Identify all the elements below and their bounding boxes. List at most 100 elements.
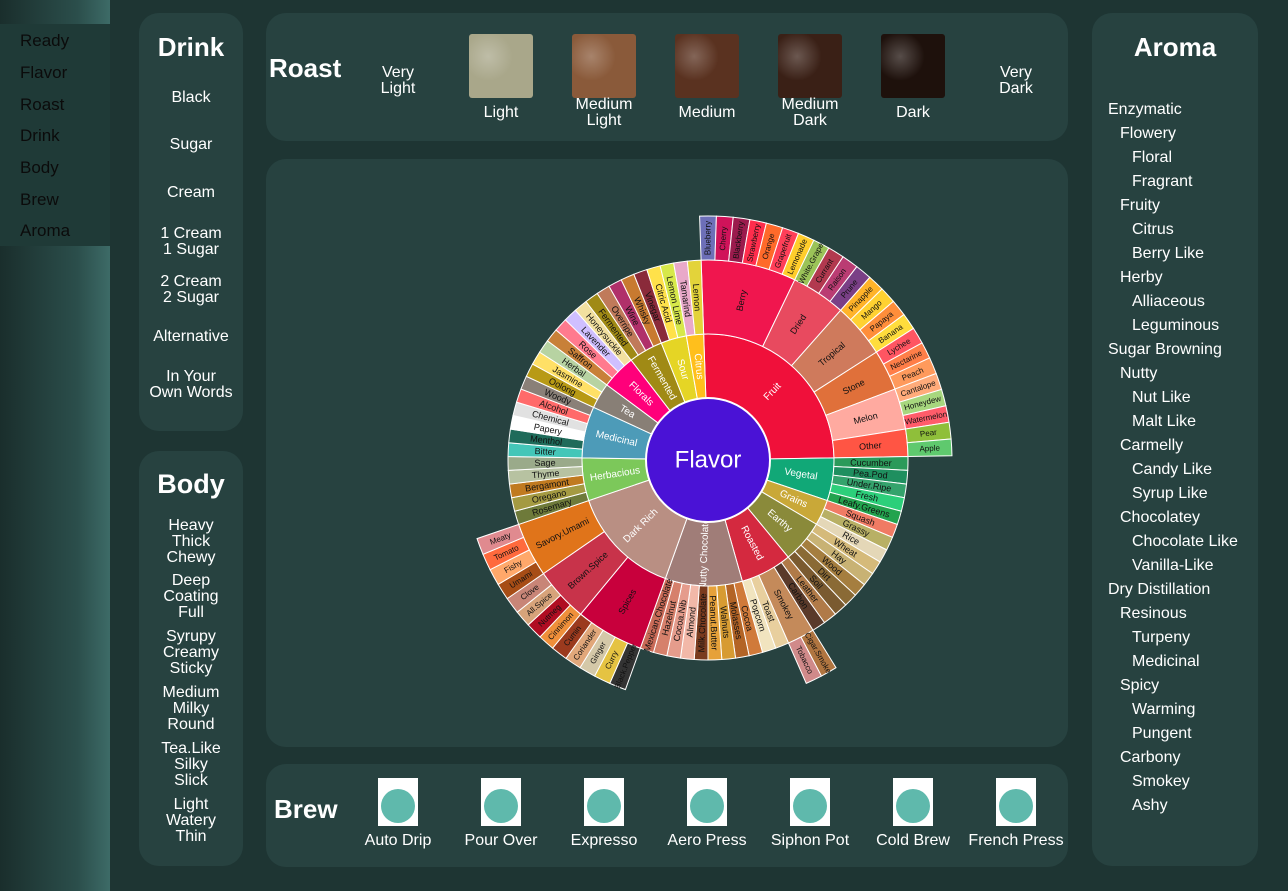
- brew-option-label[interactable]: Aero Press: [647, 832, 767, 850]
- brew-option-label[interactable]: Siphon Pot: [750, 832, 870, 850]
- brew-circle-icon: [381, 789, 415, 823]
- aroma-item[interactable]: Fragrant: [1132, 173, 1192, 191]
- nav-item-flavor[interactable]: Flavor: [20, 63, 67, 83]
- aroma-item[interactable]: Medicinal: [1132, 653, 1200, 671]
- roast-title: Roast: [269, 53, 342, 83]
- drink-option[interactable]: 1 Cream 1 Sugar: [139, 226, 243, 258]
- body-option[interactable]: Tea.Like Silky Slick: [139, 741, 243, 789]
- brew-method-icon[interactable]: [584, 778, 624, 826]
- nav-item-ready[interactable]: Ready: [20, 31, 69, 51]
- aroma-item[interactable]: Enzymatic: [1108, 101, 1182, 119]
- flavor-panel: Fruit Berry Blueberry Cherry Blackberry Straw…: [266, 159, 1068, 747]
- drink-option[interactable]: Cream: [139, 185, 243, 201]
- roast-option-label[interactable]: Medium Light: [554, 97, 654, 129]
- roast-option-label[interactable]: Medium Dark: [760, 97, 860, 129]
- aroma-item[interactable]: Alliaceous: [1132, 293, 1205, 311]
- body-option[interactable]: Medium Milky Round: [139, 685, 243, 733]
- brew-method-icon[interactable]: [996, 778, 1036, 826]
- body-option[interactable]: Syrupy Creamy Sticky: [139, 629, 243, 677]
- roast-bean-image[interactable]: [881, 34, 945, 98]
- brew-option-label[interactable]: Pour Over: [441, 832, 561, 850]
- brew-option-label[interactable]: Auto Drip: [338, 832, 458, 850]
- brew-title: Brew: [274, 794, 338, 824]
- aroma-item[interactable]: Citrus: [1132, 221, 1174, 239]
- drink-option[interactable]: In Your Own Words: [139, 369, 243, 401]
- aroma-panel: Aroma Enzymatic Flowery Floral Fragrant Frui…: [1092, 13, 1258, 866]
- aroma-item[interactable]: Vanilla-Like: [1132, 557, 1214, 575]
- wheel-label: Sage: [534, 458, 555, 468]
- body-option[interactable]: Heavy Thick Chewy: [139, 518, 243, 566]
- wheel-label: Bitter: [534, 446, 556, 457]
- roast-bean-image[interactable]: [572, 34, 636, 98]
- brew-option-label[interactable]: Cold Brew: [853, 832, 973, 850]
- nav-item-brew[interactable]: Brew: [20, 190, 59, 210]
- wheel-label: Cucumber: [850, 457, 892, 468]
- brew-option-label[interactable]: French Press: [956, 832, 1076, 850]
- roast-bean-image[interactable]: [675, 34, 739, 98]
- roast-option-label[interactable]: Very Dark: [966, 65, 1066, 97]
- aroma-item[interactable]: Flowery: [1120, 125, 1176, 143]
- brew-circle-icon: [484, 789, 518, 823]
- wheel-center[interactable]: Flavor: [645, 397, 771, 523]
- brew-circle-icon: [999, 789, 1033, 823]
- aroma-item[interactable]: Dry Distillation: [1108, 581, 1210, 599]
- roast-option-label[interactable]: Very Light: [348, 65, 448, 97]
- brew-method-icon[interactable]: [378, 778, 418, 826]
- aroma-item[interactable]: Chocolatey: [1120, 509, 1200, 527]
- side-nav: Ready Flavor Roast Drink Body Brew Aroma: [0, 0, 110, 891]
- body-option[interactable]: Deep Coating Full: [139, 573, 243, 621]
- wheel-label: Blueberry: [704, 221, 713, 255]
- roast-option-label[interactable]: Medium: [657, 105, 757, 121]
- aroma-item[interactable]: Malt Like: [1132, 413, 1196, 431]
- drink-option[interactable]: 2 Cream 2 Sugar: [139, 274, 243, 306]
- brew-method-icon[interactable]: [790, 778, 830, 826]
- nav-item-roast[interactable]: Roast: [20, 95, 64, 115]
- body-option[interactable]: Light Watery Thin: [139, 797, 243, 845]
- flavor-wheel[interactable]: FruitBerryBlueberry Cherry Blackberry Straw…: [266, 159, 1068, 747]
- brew-option-label[interactable]: Expresso: [544, 832, 664, 850]
- drink-option[interactable]: Black: [139, 90, 243, 106]
- brew-method-icon[interactable]: [893, 778, 933, 826]
- roast-bean-image[interactable]: [778, 34, 842, 98]
- roast-option-label[interactable]: Dark: [863, 105, 963, 121]
- aroma-item[interactable]: Candy Like: [1132, 461, 1212, 479]
- aroma-item[interactable]: Sugar Browning: [1108, 341, 1222, 359]
- wheel-segment-blueberry[interactable]: Blueberry: [699, 215, 717, 261]
- nav-item-drink[interactable]: Drink: [20, 126, 60, 146]
- aroma-item[interactable]: Pungent: [1132, 725, 1192, 743]
- aroma-item[interactable]: Spicy: [1120, 677, 1159, 695]
- wheel-label: Lemon: [691, 283, 703, 311]
- roast-bean-image[interactable]: [469, 34, 533, 98]
- aroma-item[interactable]: Fruity: [1120, 197, 1160, 215]
- aroma-item[interactable]: Leguminous: [1132, 317, 1219, 335]
- roast-panel: Roast Very Light Light Medium Light Medium Med…: [266, 13, 1068, 141]
- aroma-item[interactable]: Chocolate Like: [1132, 533, 1238, 551]
- aroma-item[interactable]: Carmelly: [1120, 437, 1183, 455]
- aroma-item[interactable]: Carbony: [1120, 749, 1180, 767]
- aroma-title: Aroma: [1133, 32, 1217, 62]
- nav-item-aroma[interactable]: Aroma: [20, 221, 70, 241]
- aroma-item[interactable]: Floral: [1132, 149, 1172, 167]
- aroma-item[interactable]: Nutty: [1120, 365, 1157, 383]
- body-panel: Body Heavy Thick Chewy Deep Coating Full Syrup…: [139, 451, 243, 866]
- roast-option-label[interactable]: Light: [451, 105, 551, 121]
- aroma-item[interactable]: Resinous: [1120, 605, 1187, 623]
- aroma-item[interactable]: Berry Like: [1132, 245, 1204, 263]
- aroma-item[interactable]: Turpeny: [1132, 629, 1190, 647]
- aroma-item[interactable]: Smokey: [1132, 773, 1190, 791]
- drink-title: Drink: [157, 32, 225, 62]
- aroma-item[interactable]: Syrup Like: [1132, 485, 1208, 503]
- brew-circle-icon: [793, 789, 827, 823]
- nav-item-body[interactable]: Body: [20, 158, 59, 178]
- aroma-item[interactable]: Warming: [1132, 701, 1195, 719]
- brew-method-icon[interactable]: [481, 778, 521, 826]
- body-title: Body: [157, 469, 225, 499]
- aroma-item[interactable]: Ashy: [1132, 797, 1168, 815]
- drink-option[interactable]: Alternative: [139, 329, 243, 345]
- aroma-item[interactable]: Herby: [1120, 269, 1163, 287]
- drink-panel: Drink Black Sugar Cream 1 Cream 1 Sugar 2 Cre…: [139, 13, 243, 431]
- brew-circle-icon: [896, 789, 930, 823]
- drink-option[interactable]: Sugar: [139, 137, 243, 153]
- aroma-item[interactable]: Nut Like: [1132, 389, 1191, 407]
- brew-method-icon[interactable]: [687, 778, 727, 826]
